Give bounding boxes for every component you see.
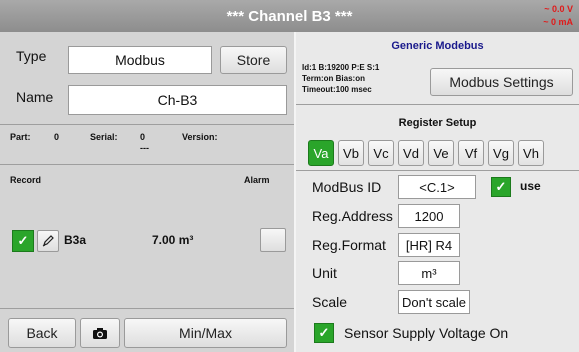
reg-format-label: Reg.Format	[312, 237, 386, 253]
store-button[interactable]: Store	[220, 46, 287, 74]
record-check-icon[interactable]: ✓	[12, 230, 34, 252]
unit-field[interactable]: m³	[398, 261, 460, 285]
divider	[0, 308, 294, 309]
divider	[0, 164, 294, 165]
type-label: Type	[16, 48, 47, 64]
modbus-id-field[interactable]: <C.1>	[398, 175, 476, 199]
signal-readout: ~ 0.0 V ~ 0 mA	[543, 3, 573, 29]
unit-label: Unit	[312, 265, 337, 281]
serial-label: Serial:	[90, 132, 118, 142]
record-label: Record	[10, 175, 42, 185]
part-label: Part:	[10, 132, 31, 142]
divider	[0, 124, 294, 125]
title-bar: *** Channel B3 *** ~ 0.0 V ~ 0 mA	[0, 0, 579, 32]
modbus-info: Id:1 B:19200 P:E S:1 Term:on Bias:on Tim…	[302, 62, 379, 95]
tab-vd[interactable]: Vd	[398, 140, 424, 166]
channel-panel: Type Modbus Store Name Ch-B3 Part: 0 Ser…	[0, 32, 294, 352]
generic-modbus-title: Generic Modebus	[391, 40, 484, 52]
tab-vf[interactable]: Vf	[458, 140, 484, 166]
scale-field[interactable]: Don't scale	[398, 290, 470, 314]
info-line: Timeout:100 msec	[302, 85, 372, 94]
serial-value: 0	[140, 132, 146, 142]
sensor-supply-label: Sensor Supply Voltage On	[344, 325, 509, 341]
tab-vg[interactable]: Vg	[488, 140, 514, 166]
info-line: Term:on Bias:on	[302, 74, 365, 83]
channel-title: *** Channel B3 ***	[226, 8, 353, 25]
serial-sub: ---	[140, 143, 149, 153]
part-value: 0	[54, 132, 60, 142]
name-field[interactable]: Ch-B3	[68, 85, 287, 115]
scale-label: Scale	[312, 294, 348, 310]
type-field[interactable]: Modbus	[68, 46, 212, 74]
tab-ve[interactable]: Ve	[428, 140, 454, 166]
modbus-panel: Generic Modebus Id:1 B:19200 P:E S:1 Ter…	[296, 32, 579, 352]
back-button[interactable]: Back	[8, 318, 76, 348]
edit-record-button[interactable]	[37, 230, 59, 252]
alarm-toggle[interactable]	[260, 228, 286, 252]
divider	[296, 104, 579, 105]
sensor-supply-check-icon[interactable]: ✓	[314, 323, 334, 343]
info-line: Id:1 B:19200 P:E S:1	[302, 63, 380, 72]
tab-vc[interactable]: Vc	[368, 140, 394, 166]
record-value: 7.00 m³	[152, 233, 194, 247]
alarm-label: Alarm	[244, 175, 270, 185]
reg-address-label: Reg.Address	[312, 208, 393, 224]
current-readout: ~ 0 mA	[543, 17, 573, 27]
register-setup-title: Register Setup	[398, 117, 477, 129]
minmax-button[interactable]: Min/Max	[124, 318, 287, 348]
tab-vb[interactable]: Vb	[338, 140, 364, 166]
name-label: Name	[16, 89, 54, 105]
tab-vh[interactable]: Vh	[518, 140, 544, 166]
use-check-icon[interactable]: ✓	[491, 177, 511, 197]
use-label: use	[520, 179, 541, 193]
record-name: B3a	[64, 233, 87, 247]
tab-va[interactable]: Va	[308, 140, 334, 166]
camera-icon	[93, 327, 107, 339]
camera-button[interactable]	[80, 318, 120, 348]
version-label: Version:	[182, 132, 218, 142]
voltage-readout: ~ 0.0 V	[544, 4, 573, 14]
reg-address-field[interactable]: 1200	[398, 204, 460, 228]
modbus-id-label: ModBus ID	[312, 179, 382, 195]
divider	[296, 170, 579, 171]
modbus-settings-button[interactable]: Modbus Settings	[430, 68, 573, 96]
reg-format-field[interactable]: [HR] R4	[398, 233, 460, 257]
pencil-icon	[42, 235, 54, 247]
